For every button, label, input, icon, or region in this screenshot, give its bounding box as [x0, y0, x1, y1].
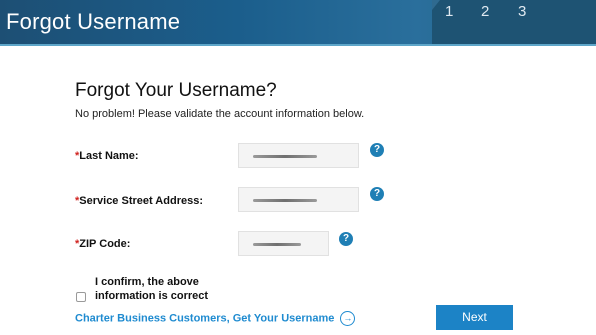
- question-icon[interactable]: ?: [370, 143, 384, 157]
- next-button[interactable]: Next: [436, 305, 513, 330]
- question-icon[interactable]: ?: [339, 232, 353, 246]
- confirm-label: I confirm, the above information is corr…: [95, 276, 209, 302]
- page-title: Forgot Username: [6, 9, 181, 34]
- business-customers-link[interactable]: Charter Business Customers, Get Your Use…: [75, 311, 356, 326]
- step-2: 2: [481, 3, 490, 20]
- step-notch: [432, 0, 440, 10]
- street-address-input[interactable]: [238, 187, 359, 212]
- header-accent-stripe: [0, 44, 596, 46]
- zip-code-label: *ZIP Code:: [75, 238, 131, 250]
- last-name-label: *Last Name:: [75, 150, 139, 162]
- last-name-input[interactable]: [238, 143, 359, 168]
- question-icon[interactable]: ?: [370, 187, 384, 201]
- masked-value: [253, 243, 301, 246]
- step-3: 3: [518, 3, 527, 20]
- confirm-checkbox[interactable]: [76, 292, 86, 302]
- street-address-label: *Service Street Address:: [75, 195, 203, 207]
- form-subtext: No problem! Please validate the account …: [75, 108, 365, 120]
- zip-code-input[interactable]: [238, 231, 329, 256]
- page-header-banner: Forgot Username 1 2 3: [0, 0, 596, 46]
- masked-value: [253, 199, 317, 202]
- masked-value: [253, 155, 317, 158]
- form-heading: Forgot Your Username?: [75, 80, 277, 101]
- step-1: 1: [445, 3, 454, 20]
- step-indicator-panel: [432, 0, 596, 46]
- circle-arrow-right-icon[interactable]: →: [340, 311, 356, 326]
